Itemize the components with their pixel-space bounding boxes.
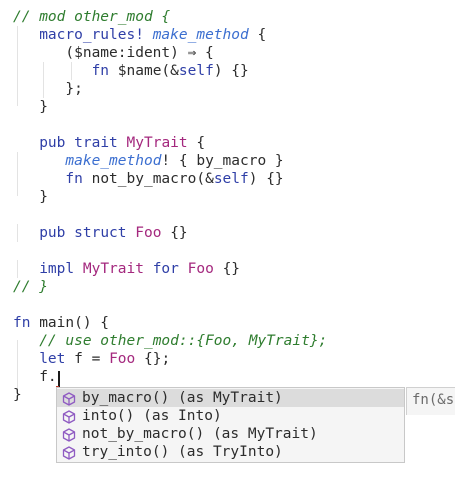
completion-item[interactable]: by_macro() (as MyTrait) (57, 389, 404, 407)
code-line: impl MyTrait for Foo {} (13, 260, 240, 278)
code-token: self (213, 171, 249, 187)
code-token: let (39, 351, 66, 367)
completion-item[interactable]: not_by_macro() (as MyTrait) (57, 425, 404, 443)
code-token: main() { (30, 315, 110, 331)
code-token: }; (13, 81, 83, 97)
code-token: { (248, 27, 267, 43)
completion-item-label: not_by_macro() (as MyTrait) (82, 426, 318, 442)
code-token: {} (161, 225, 188, 241)
code-token: MyTrait (126, 135, 188, 151)
completion-detail-text: fn(&s (412, 392, 455, 408)
code-line: } (13, 98, 48, 116)
code-token: // use other_mod::{Foo, MyTrait}; (39, 333, 328, 349)
completion-item[interactable]: into() (as Into) (57, 407, 404, 425)
code-token: make_method (65, 153, 162, 169)
code-token: {} (213, 261, 241, 277)
code-token: Foo (109, 351, 136, 367)
code-token: not_by_macro(& (82, 171, 214, 187)
code-token: make_method (152, 27, 249, 43)
code-token: f = (65, 351, 110, 367)
code-line: fn $name(&self) {} (13, 62, 249, 80)
code-token: pub (39, 225, 66, 241)
method-cube-icon (62, 410, 76, 424)
code-token: fn (65, 171, 83, 187)
completion-detail-panel: fn(&s (406, 387, 455, 415)
code-token: struct (74, 225, 127, 241)
code-line: // use other_mod::{Foo, MyTrait}; (13, 332, 327, 350)
code-line: fn not_by_macro(&self) {} (13, 170, 284, 188)
code-token: // mod other_mod { (13, 9, 171, 25)
code-token: fn (91, 63, 110, 79)
code-line: pub trait MyTrait { (13, 134, 205, 152)
code-line: }; (13, 80, 83, 98)
code-token: for (152, 261, 179, 277)
code-token: } (13, 387, 22, 403)
code-line: make_method! { by_macro } (13, 152, 284, 170)
code-token: } (13, 99, 48, 115)
code-token: {}; (135, 351, 171, 367)
code-line: // } (13, 278, 48, 296)
code-token: Foo (135, 225, 162, 241)
code-token: macro_rules! (39, 27, 144, 43)
code-line: } (13, 386, 22, 404)
code-token: ($name:ident) ⇒ { (13, 45, 214, 61)
code-token: fn (13, 315, 31, 331)
code-token: // } (13, 279, 48, 295)
code-line: } (13, 188, 48, 206)
code-line: macro_rules! make_method { (13, 26, 266, 44)
code-token: impl (39, 261, 75, 277)
code-line: fn main() { (13, 314, 109, 332)
code-token: ! { by_macro } (161, 153, 284, 169)
method-cube-icon (62, 392, 76, 406)
code-token: f. (13, 369, 57, 385)
code-line: f. (13, 368, 57, 386)
completion-item[interactable]: try_into() (as TryInto) (57, 443, 404, 461)
code-token: ) {} (248, 171, 284, 187)
code-line: ($name:ident) ⇒ { (13, 44, 214, 62)
code-token: pub (39, 135, 66, 151)
completion-popup[interactable]: by_macro() (as MyTrait) into() (as Into) n… (56, 387, 405, 463)
code-token: MyTrait (82, 261, 144, 277)
code-line: let f = Foo {}; (13, 350, 170, 368)
code-line: pub struct Foo {} (13, 224, 188, 242)
code-token: ) {} (213, 63, 249, 79)
completion-item-label: try_into() (as TryInto) (82, 444, 283, 460)
completion-item-label: into() (as Into) (82, 408, 222, 424)
method-cube-icon (62, 428, 76, 442)
code-token: } (13, 189, 48, 205)
code-token: self (178, 63, 214, 79)
code-token: trait (74, 135, 118, 151)
method-cube-icon (62, 446, 76, 460)
completion-item-label: by_macro() (as MyTrait) (82, 390, 283, 406)
code-token: { (187, 135, 206, 151)
code-token: Foo (187, 261, 214, 277)
code-line: // mod other_mod { (13, 8, 170, 26)
code-token: $name(& (109, 63, 179, 79)
